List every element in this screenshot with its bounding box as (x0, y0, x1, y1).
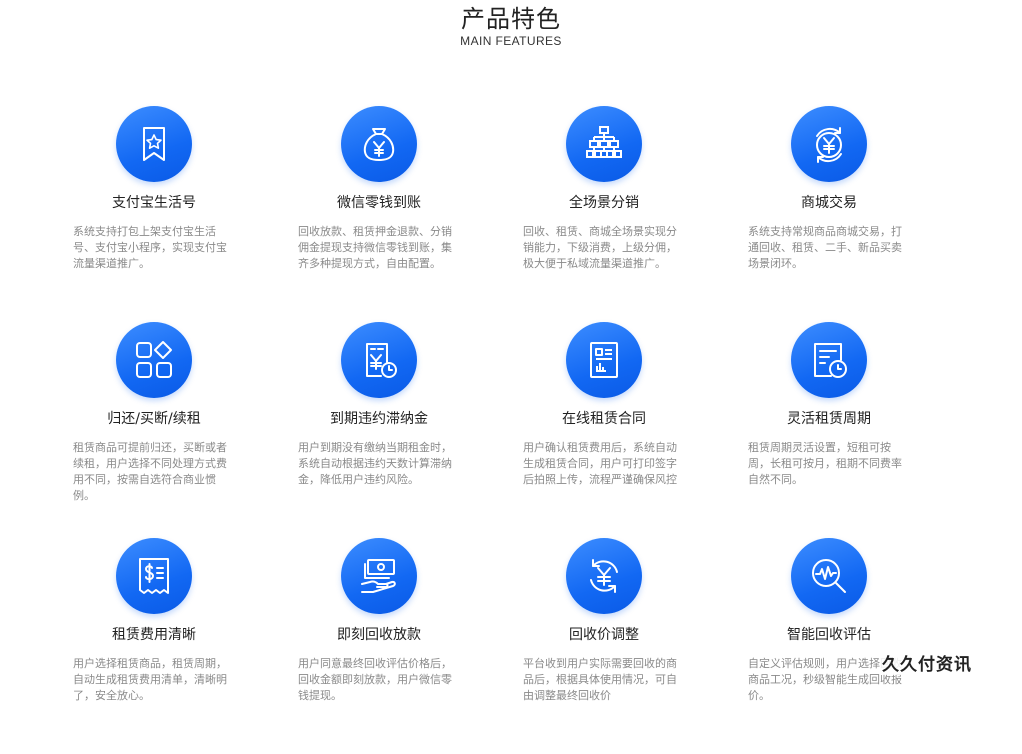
yen-cycle-icon (791, 106, 867, 182)
contract-icon (566, 322, 642, 398)
feature-desc: 用户选择租赁商品，租赁周期，自动生成租赁费用清单，清晰明了，安全放心。 (73, 657, 227, 702)
feature-card-late-fee: 到期违约滞纳金 用户到期没有缴纳当期租金时，系统自动根据违约天数计算滞纳金，降低… (295, 322, 520, 538)
cash-hand-icon (341, 538, 417, 614)
feature-card-distribution: 全场景分销 回收、租赁、商城全场景实现分销能力，下级消费，上级分佣，极大便于私域… (520, 106, 745, 322)
feature-desc: 系统支持打包上架支付宝生活号、支付宝小程序，实现支付宝流量渠道推广。 (73, 225, 227, 270)
feature-desc: 回收放款、租赁押金退款、分销佣金提现支持微信零钱到账，集齐多种提现方式，自由配置… (298, 225, 452, 270)
watermark-text: 久久付资讯 (880, 650, 974, 675)
bill-clock-icon (341, 322, 417, 398)
page-title: 产品特色 (461, 5, 561, 33)
feature-title: 商城交易 (801, 195, 857, 211)
feature-title: 即刻回收放款 (337, 627, 421, 643)
org-chart-icon (566, 106, 642, 182)
feature-card-price-adjust: 回收价调整 平台收到用户实际需要回收的商品后，根据具体使用情况，可自由调整最终回… (520, 538, 745, 754)
feature-title: 支付宝生活号 (112, 195, 196, 211)
feature-card-instant-payout: 即刻回收放款 用户同意最终回收评估价格后，回收金额即刻放款，用户微信零钱提现。 (295, 538, 520, 754)
feature-card-mall: 商城交易 系统支持常规商品商城交易，打通回收、租赁、二手、新品买卖场景闭环。 (745, 106, 970, 322)
feature-desc: 系统支持常规商品商城交易，打通回收、租赁、二手、新品买卖场景闭环。 (748, 225, 902, 270)
feature-card-wechat-change: 微信零钱到账 回收放款、租赁押金退款、分销佣金提现支持微信零钱到账，集齐多种提现… (295, 106, 520, 322)
feature-desc: 用户同意最终回收评估价格后，回收金额即刻放款，用户微信零钱提现。 (298, 657, 452, 702)
feature-title: 归还/买断/续租 (107, 411, 201, 427)
section-header: 产品特色 MAIN FEATURES (0, 4, 1022, 48)
feature-title: 到期违约滞纳金 (330, 411, 428, 427)
yen-refresh-icon (566, 538, 642, 614)
document-clock-icon (791, 322, 867, 398)
feature-desc: 回收、租赁、商城全场景实现分销能力，下级消费，上级分佣，极大便于私域流量渠道推广… (523, 225, 677, 270)
feature-desc: 用户到期没有缴纳当期租金时，系统自动根据违约天数计算滞纳金，降低用户违约风险。 (298, 441, 452, 486)
feature-card-contract: 在线租赁合同 用户确认租赁费用后，系统自动生成租赁合同，用户可打印签字后拍照上传… (520, 322, 745, 538)
feature-title: 全场景分销 (569, 195, 639, 211)
money-bag-icon (341, 106, 417, 182)
feature-card-return-buyout: 归还/买断/续租 租赁商品可提前归还，买断或者续租，用户选择不同处理方式费用不同… (70, 322, 295, 538)
feature-desc: 租赁商品可提前归还，买断或者续租，用户选择不同处理方式费用不同，按需自选符合商业… (73, 441, 227, 502)
feature-row: 租赁费用清晰 用户选择租赁商品，租赁周期，自动生成租赁费用清单，清晰明了，安全放… (70, 538, 970, 754)
feature-desc: 租赁周期灵活设置，短租可按周，长租可按月，租期不同费率自然不同。 (748, 441, 902, 486)
feature-row: 归还/买断/续租 租赁商品可提前归还，买断或者续租，用户选择不同处理方式费用不同… (70, 322, 970, 538)
feature-title: 灵活租赁周期 (787, 411, 871, 427)
feature-title: 微信零钱到账 (337, 195, 421, 211)
search-pulse-icon (791, 538, 867, 614)
feature-grid: 支付宝生活号 系统支持打包上架支付宝生活号、支付宝小程序，实现支付宝流量渠道推广… (70, 106, 970, 754)
feature-card-alipay: 支付宝生活号 系统支持打包上架支付宝生活号、支付宝小程序，实现支付宝流量渠道推广… (70, 106, 295, 322)
feature-title: 智能回收评估 (787, 627, 871, 643)
app-grid-icon (116, 322, 192, 398)
page-subtitle: MAIN FEATURES (460, 34, 562, 48)
feature-title: 在线租赁合同 (562, 411, 646, 427)
feature-desc: 用户确认租赁费用后，系统自动生成租赁合同，用户可打印签字后拍照上传，流程严谨确保… (523, 441, 677, 486)
feature-row: 支付宝生活号 系统支持打包上架支付宝生活号、支付宝小程序，实现支付宝流量渠道推广… (70, 106, 970, 322)
feature-title: 回收价调整 (569, 627, 639, 643)
feature-card-flexible-period: 灵活租赁周期 租赁周期灵活设置，短租可按周，长租可按月，租期不同费率自然不同。 (745, 322, 970, 538)
feature-card-smart-evaluation: 智能回收评估 自定义评估规则，用户选择回收商品工况，秒级智能生成回收报价。 (745, 538, 970, 754)
bookmark-star-icon (116, 106, 192, 182)
receipt-dollar-icon (116, 538, 192, 614)
feature-title: 租赁费用清晰 (112, 627, 196, 643)
feature-desc: 平台收到用户实际需要回收的商品后，根据具体使用情况，可自由调整最终回收价 (523, 657, 677, 702)
feature-card-fee-clear: 租赁费用清晰 用户选择租赁商品，租赁周期，自动生成租赁费用清单，清晰明了，安全放… (70, 538, 295, 754)
